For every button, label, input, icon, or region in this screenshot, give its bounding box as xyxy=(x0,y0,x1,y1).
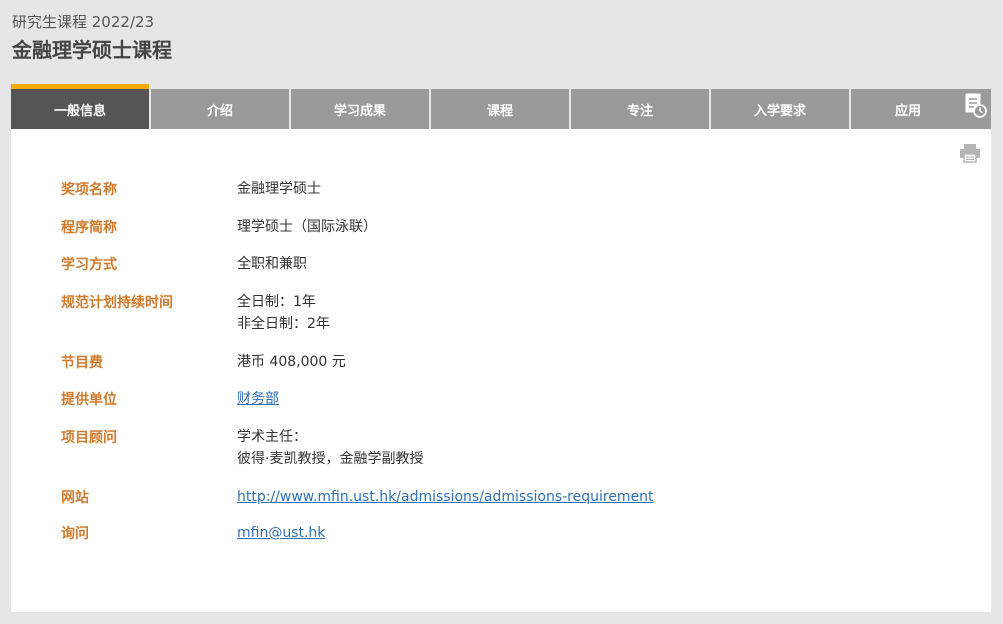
tab-curriculum[interactable]: 课程 xyxy=(431,84,569,129)
advisor-label: 项目顾问 xyxy=(61,430,117,446)
tab-concentration[interactable]: 专注 xyxy=(571,84,709,129)
tab-label: 一般信息 xyxy=(53,103,106,119)
short-name-label: 程序简称 xyxy=(61,220,117,236)
print-icon[interactable] xyxy=(959,143,981,163)
offering-unit-value: 财务部 xyxy=(237,388,279,410)
duration-value: 全日制：1年 非全日制：2年 xyxy=(237,291,330,335)
tab-label: 课程 xyxy=(486,103,513,119)
page-title: 金融理学硕士课程 xyxy=(12,38,172,62)
award-value: 金融理学硕士 xyxy=(237,181,321,197)
tab-label: 介绍 xyxy=(206,103,233,119)
offering-unit-link[interactable]: 财务部 xyxy=(237,391,279,407)
advisor-value: 学术主任： 彼得·麦凯教授，金融学副教授 xyxy=(237,426,423,470)
website-link[interactable]: http://www.mfin.ust.hk/admissions/admiss… xyxy=(237,489,654,505)
offering-unit-label: 提供单位 xyxy=(61,392,117,408)
tab-label: 入学要求 xyxy=(753,103,806,119)
duration-parttime: 非全日制：2年 xyxy=(237,316,330,332)
tab-label: 应用 xyxy=(895,103,922,119)
tab-introduction[interactable]: 介绍 xyxy=(151,84,289,129)
fee-value: 港币 408,000 元 xyxy=(237,354,346,370)
study-mode-label: 学习方式 xyxy=(61,257,117,273)
advisor-name: 彼得·麦凯教授，金融学副教授 xyxy=(237,451,424,467)
tab-label: 学习成果 xyxy=(333,103,386,119)
tab-learning-outcomes[interactable]: 学习成果 xyxy=(291,84,429,129)
enquiry-value: mfin@ust.hk xyxy=(237,522,325,544)
website-label: 网站 xyxy=(61,490,89,506)
study-mode-value: 全职和兼职 xyxy=(237,256,307,272)
info-panel: 奖项名称 金融理学硕士 程序简称 理学硕士（国际泳联） 学习方式 全职和兼职 规… xyxy=(11,129,991,612)
website-value: http://www.mfin.ust.hk/admissions/admiss… xyxy=(237,486,654,508)
breadcrumb: 研究生课程 2022/23 xyxy=(12,13,155,31)
advisor-role: 学术主任： xyxy=(237,429,307,445)
duration-label: 规范计划持续时间 xyxy=(61,295,173,311)
tab-admission-requirements[interactable]: 入学要求 xyxy=(711,84,849,129)
fee-label: 节目费 xyxy=(61,355,103,371)
enquiry-label: 询问 xyxy=(61,526,89,542)
document-clock-icon[interactable] xyxy=(965,93,987,119)
award-label: 奖项名称 xyxy=(61,182,117,198)
tab-general-info[interactable]: 一般信息 xyxy=(11,84,149,139)
tab-application[interactable]: 应用 xyxy=(851,84,991,129)
tab-bar: 一般信息 介绍 学习成果 课程 专注 入学要求 应用 xyxy=(11,84,991,139)
tab-label: 专注 xyxy=(626,103,653,119)
short-name-value: 理学硕士（国际泳联） xyxy=(237,219,377,235)
enquiry-email-link[interactable]: mfin@ust.hk xyxy=(237,525,325,541)
duration-fulltime: 全日制：1年 xyxy=(237,294,316,310)
